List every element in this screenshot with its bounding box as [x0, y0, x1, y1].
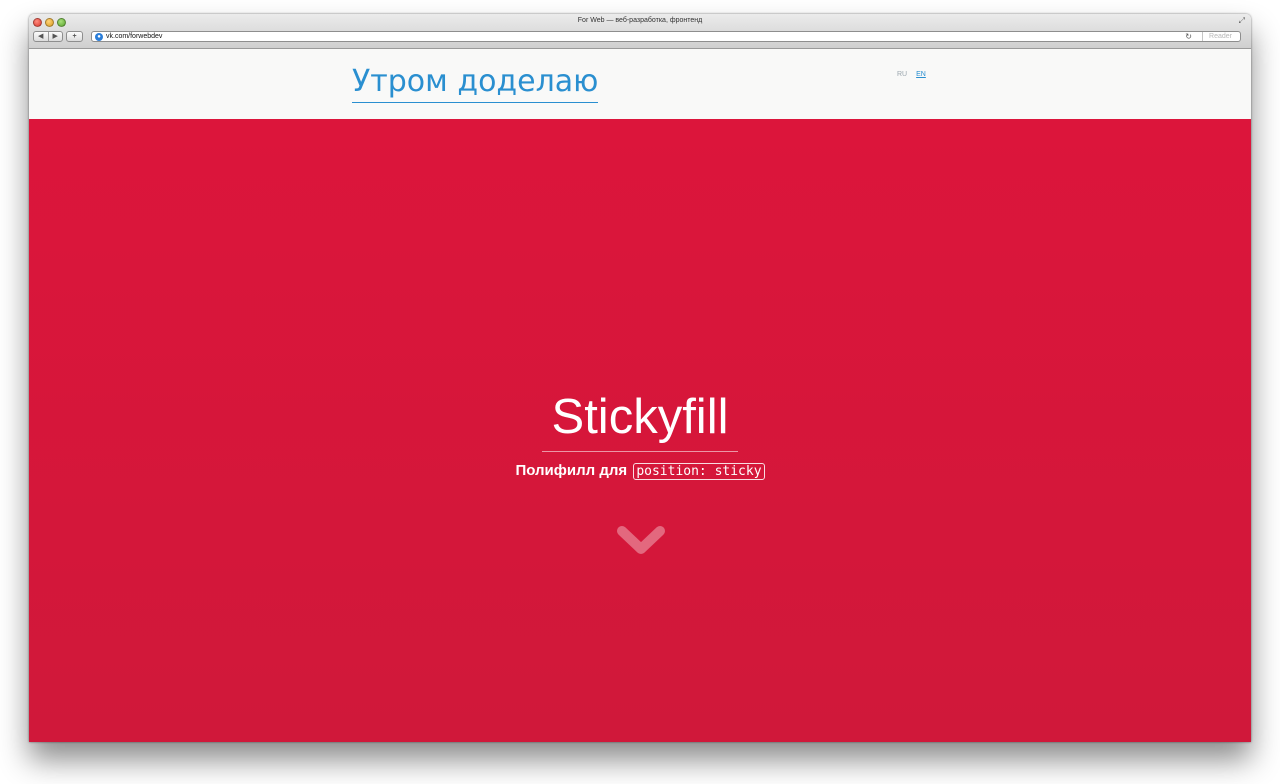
forward-button[interactable]: ▶	[47, 32, 63, 41]
back-forward-group: ◀ ▶	[33, 31, 63, 42]
nav-buttons: ◀ ▶ +	[33, 31, 83, 42]
browser-window: For Web — веб-разработка, фронтенд ⤢ ◀ ▶…	[29, 14, 1251, 742]
lang-ru-link[interactable]: RU	[897, 71, 907, 78]
hero-title: Stickyfill	[551, 390, 729, 444]
reload-icon[interactable]: ↻	[1185, 32, 1192, 41]
subtitle-text: Полифилл для	[515, 462, 628, 479]
language-switcher: RU EN	[897, 71, 926, 78]
site-globe-icon: ●	[95, 32, 103, 41]
site-title-link[interactable]: Утром доделаю	[352, 64, 599, 103]
hero-section: Stickyfill Полифилл для position: sticky	[29, 119, 1251, 742]
reader-button[interactable]: Reader	[1202, 32, 1238, 41]
url-text[interactable]: vk.com/forwebdev	[106, 32, 162, 41]
add-bookmark-button[interactable]: +	[66, 31, 83, 42]
subtitle-code: position: sticky	[633, 463, 765, 480]
lang-en-link[interactable]: EN	[916, 71, 926, 78]
fullscreen-icon[interactable]: ⤢	[1239, 16, 1245, 26]
page-content: Утром доделаю RU EN Stickyfill Полифилл …	[29, 49, 1251, 742]
back-button[interactable]: ◀	[34, 32, 48, 41]
chevron-down-icon[interactable]	[616, 523, 666, 559]
browser-titlebar: For Web — веб-разработка, фронтенд ⤢ ◀ ▶…	[29, 14, 1251, 49]
address-bar[interactable]: ● vk.com/forwebdev ↻ Reader	[91, 31, 1241, 42]
hero-title-underline	[542, 451, 738, 452]
window-title: For Web — веб-разработка, фронтенд	[577, 17, 703, 24]
hero-subtitle: Полифилл для position: sticky	[29, 462, 1251, 480]
site-header: Утром доделаю RU EN	[29, 49, 1251, 119]
